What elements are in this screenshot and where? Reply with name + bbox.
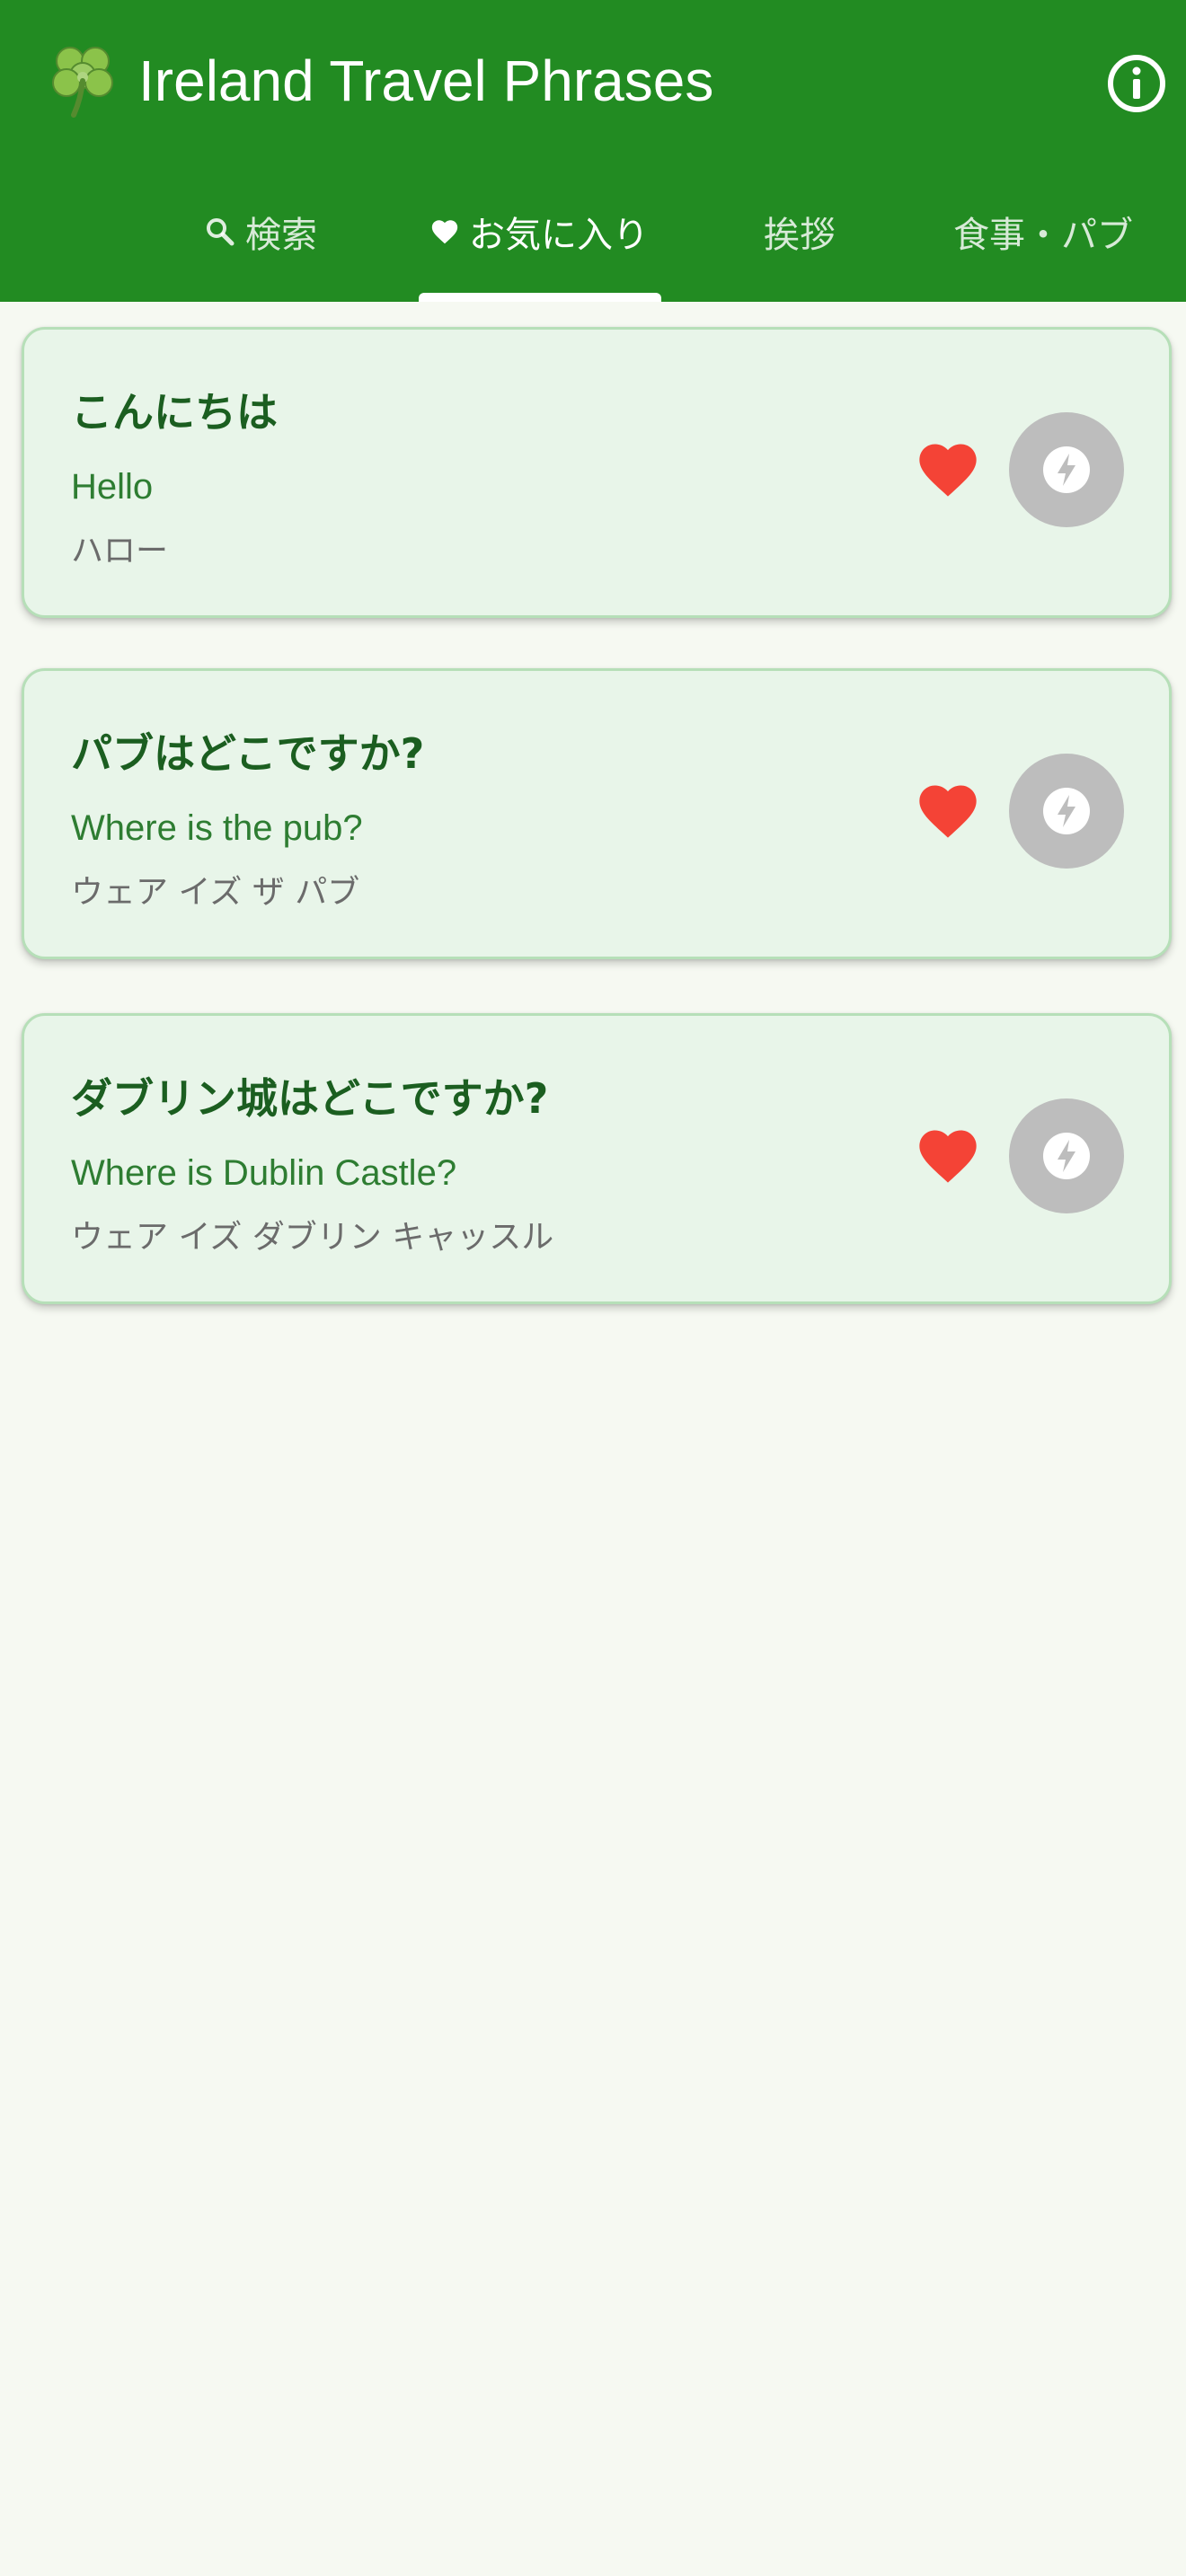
favorite-heart-icon[interactable] [914,777,982,845]
phrase-card[interactable]: ダブリン城はどこですか? Where is Dublin Castle? ウェア… [22,1013,1172,1304]
play-audio-button[interactable] [1009,754,1124,869]
phrase-katakana: ハロー [71,533,169,569]
play-audio-button[interactable] [1009,1098,1124,1213]
tab-food-pub[interactable]: 食事・パブ [913,180,1173,302]
app-bar: Ireland Travel Phrases 検索 お気に入り 挨拶 食事・パブ [0,0,1186,302]
phrase-card[interactable]: パブはどこですか? Where is the pub? ウェア イズ ザ パブ [22,668,1172,959]
tab-greetings[interactable]: 挨拶 [737,180,863,302]
phrase-english: Hello [71,467,154,507]
info-icon[interactable] [1105,52,1168,115]
play-audio-button[interactable] [1009,412,1124,527]
search-icon [207,218,235,246]
favorite-heart-icon[interactable] [914,436,982,504]
phrase-japanese: こんにちは [71,388,278,437]
app-title: Ireland Travel Phrases [138,49,714,113]
bolt-icon [1043,1133,1090,1179]
tab-food-pub-label: 食事・パブ [953,215,1133,256]
phrase-japanese: ダブリン城はどこですか? [71,1074,549,1123]
bolt-icon [1043,788,1090,834]
phrase-katakana: ウェア イズ ザ パブ [71,874,360,911]
tab-favorites-label: お気に入り [469,215,649,256]
tab-indicator [419,293,661,302]
tab-favorites[interactable]: お気に入り [410,180,668,302]
tab-search-label: 検索 [245,215,317,256]
phrase-japanese: パブはどこですか? [71,729,425,778]
tab-greetings-label: 挨拶 [764,215,836,256]
tab-search[interactable]: 検索 [180,180,341,302]
phrase-card[interactable]: こんにちは Hello ハロー [22,327,1172,618]
favorite-heart-icon[interactable] [914,1122,982,1190]
title-row: Ireland Travel Phrases [0,0,1186,162]
phrase-english: Where is Dublin Castle? [71,1153,457,1193]
bolt-icon [1043,446,1090,493]
tab-bar: 検索 お気に入り 挨拶 食事・パブ [0,180,1186,302]
phrase-katakana: ウェア イズ ダブリン キャッスル [71,1219,554,1256]
shamrock-icon [52,47,113,118]
phrase-english: Where is the pub? [71,808,363,848]
heart-icon [431,220,458,244]
